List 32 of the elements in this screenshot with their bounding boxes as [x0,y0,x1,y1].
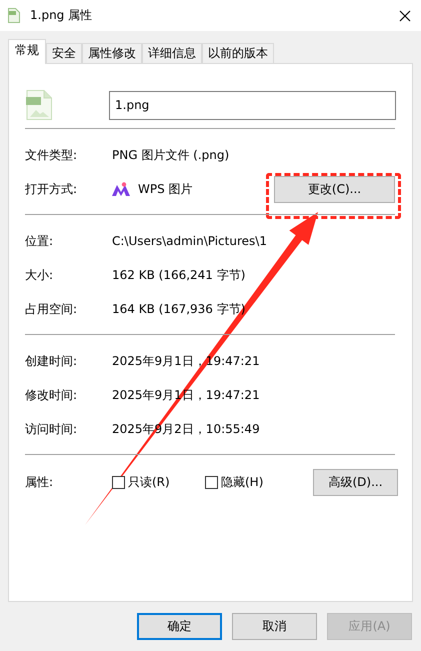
checkbox-label: 只读(R) [128,474,170,490]
field-label: 属性: [25,474,54,490]
field-label: 位置: [25,232,54,250]
file-icon [8,8,20,23]
checkbox[interactable] [112,476,125,488]
field-value: PNG 图片文件 (.png) [112,146,230,164]
tab[interactable]: 以前的版本 [202,43,274,63]
checkbox-label: 隐藏(H) [221,474,264,490]
field-value: C:\Users\admin\Pictures\1 [112,234,267,248]
field-label: 文件类型: [25,146,78,164]
dialog-button[interactable]: 确定 [137,613,222,640]
change-button[interactable]: 更改(C)... [274,176,395,202]
field-value: 162 KB (166,241 字节) [112,266,246,284]
window-title: 1.png 属性 [30,7,94,24]
tab[interactable]: 属性修改 [82,43,142,63]
checkbox[interactable] [205,476,218,488]
field-label: 访问时间: [25,420,78,438]
field-label: 修改时间: [25,386,78,404]
field-label: 创建时间: [25,352,78,370]
image-file-icon [26,90,52,120]
app-icon [112,182,130,196]
advanced-button[interactable]: 高级(D)... [313,468,398,496]
field-label: 占用空间: [25,300,78,318]
dialog-button[interactable]: 取消 [232,613,317,640]
field-label: 打开方式: [25,180,78,198]
file-name-field[interactable]: 1.png [109,90,396,120]
field-label: 大小: [25,266,54,284]
tab[interactable]: 详细信息 [142,43,202,63]
tab[interactable]: 常规 [8,39,46,64]
tab[interactable]: 安全 [46,43,82,63]
app-name: WPS 图片 [138,180,193,198]
close-icon[interactable] [399,10,411,22]
